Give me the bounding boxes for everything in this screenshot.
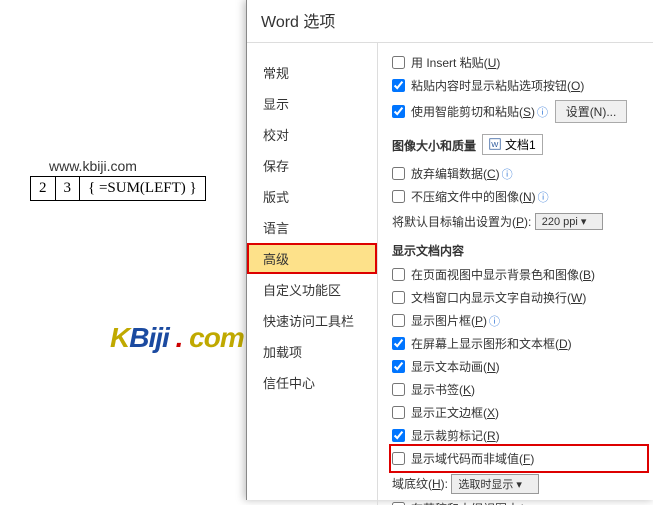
sidebar-item-customize-ribbon[interactable]: 自定义功能区 bbox=[247, 274, 377, 305]
sidebar-item-trust[interactable]: 信任中心 bbox=[247, 367, 377, 398]
info-icon: ⓘ bbox=[502, 166, 513, 182]
opt-show-field-codes[interactable]: 显示域代码而非域值(F) bbox=[392, 447, 646, 470]
doc-url-text: www.kbiji.com bbox=[49, 158, 137, 174]
checkbox[interactable] bbox=[392, 268, 405, 281]
checkbox[interactable] bbox=[392, 383, 405, 396]
opt-show-bg-colors[interactable]: 在页面视图中显示背景色和图像(B) bbox=[392, 263, 646, 286]
sidebar-item-qat[interactable]: 快速访问工具栏 bbox=[247, 305, 377, 336]
sidebar: 常规显示校对保存版式语言高级自定义功能区快速访问工具栏加载项信任中心 bbox=[247, 43, 378, 505]
checkbox[interactable] bbox=[392, 406, 405, 419]
opt-smart-cut-paste[interactable]: 使用智能剪切和粘贴(S) ⓘ 设置(N)... bbox=[392, 97, 646, 126]
opt-show-drawings[interactable]: 在屏幕上显示图形和文本框(D) bbox=[392, 332, 646, 355]
checkbox[interactable] bbox=[392, 337, 405, 350]
cell-formula[interactable]: { =SUM(LEFT) } bbox=[80, 177, 206, 201]
watermark-kbiji: KBiji . com bbox=[110, 322, 244, 354]
info-icon: ⓘ bbox=[537, 104, 548, 120]
opt-field-shading: 域底纹(H): 选取时显示 ▾ bbox=[392, 470, 646, 497]
opt-text-animation[interactable]: 显示文本动画(N) bbox=[392, 355, 646, 378]
sidebar-item-save[interactable]: 保存 bbox=[247, 150, 377, 181]
document-selector[interactable]: W 文档1 bbox=[482, 134, 543, 155]
info-icon: ⓘ bbox=[538, 189, 549, 205]
cell-1[interactable]: 2 bbox=[31, 177, 56, 201]
sidebar-item-addins[interactable]: 加载项 bbox=[247, 336, 377, 367]
opt-no-compress-images[interactable]: 不压缩文件中的图像(N) ⓘ bbox=[392, 185, 646, 208]
section-image-size: 图像大小和质量 bbox=[392, 130, 476, 158]
doc-table: 2 3 { =SUM(LEFT) } bbox=[30, 176, 206, 201]
sidebar-item-layout[interactable]: 版式 bbox=[247, 181, 377, 212]
sidebar-item-proofing[interactable]: 校对 bbox=[247, 119, 377, 150]
ppi-select[interactable]: 220 ppi ▾ bbox=[535, 213, 604, 230]
checkbox-smart-cut-paste[interactable] bbox=[392, 105, 405, 118]
sidebar-item-advanced[interactable]: 高级 bbox=[247, 243, 377, 274]
info-icon: ⓘ bbox=[489, 313, 500, 329]
opt-discard-edit-data[interactable]: 放弃编辑数据(C) ⓘ bbox=[392, 162, 646, 185]
opt-show-paste-options[interactable]: 粘贴内容时显示粘贴选项按钮(O) bbox=[392, 74, 646, 97]
checkbox[interactable] bbox=[392, 291, 405, 304]
sidebar-item-language[interactable]: 语言 bbox=[247, 212, 377, 243]
checkbox-discard-edit-data[interactable] bbox=[392, 167, 405, 180]
cell-2[interactable]: 3 bbox=[55, 177, 80, 201]
checkbox-no-compress-images[interactable] bbox=[392, 190, 405, 203]
opt-crop-marks[interactable]: 显示裁剪标记(R) bbox=[392, 424, 646, 447]
opt-insert-paste[interactable]: 用 Insert 粘贴(U) bbox=[392, 51, 646, 74]
dialog-title: Word 选项 bbox=[247, 0, 653, 43]
opt-show-bookmarks[interactable]: 显示书签(K) bbox=[392, 378, 646, 401]
sidebar-item-display[interactable]: 显示 bbox=[247, 88, 377, 119]
field-shading-select[interactable]: 选取时显示 ▾ bbox=[451, 474, 539, 494]
word-doc-icon: W bbox=[489, 138, 501, 150]
checkbox-show-paste-options[interactable] bbox=[392, 79, 405, 92]
opt-text-boundaries[interactable]: 显示正文边框(X) bbox=[392, 401, 646, 424]
options-dialog: Word 选项 常规显示校对保存版式语言高级自定义功能区快速访问工具栏加载项信任… bbox=[246, 0, 653, 500]
opt-default-target-output: 将默认目标输出设置为(P): 220 ppi ▾ bbox=[392, 208, 646, 235]
checkbox-insert-paste[interactable] bbox=[392, 56, 405, 69]
opt-wrap-text[interactable]: 文档窗口内显示文字自动换行(W) bbox=[392, 286, 646, 309]
settings-button[interactable]: 设置(N)... bbox=[555, 100, 628, 123]
checkbox[interactable] bbox=[392, 429, 405, 442]
checkbox-field-codes[interactable] bbox=[392, 452, 405, 465]
section-display-content: 显示文档内容 bbox=[392, 235, 646, 263]
opt-picture-placeholders[interactable]: 显示图片框(P)ⓘ bbox=[392, 309, 646, 332]
content-panel: 用 Insert 粘贴(U) 粘贴内容时显示粘贴选项按钮(O) 使用智能剪切和粘… bbox=[378, 43, 653, 505]
checkbox[interactable] bbox=[392, 314, 405, 327]
opt-draft-outline[interactable]: 在草稿和大纲视图中( bbox=[392, 497, 646, 505]
checkbox[interactable] bbox=[392, 360, 405, 373]
svg-text:W: W bbox=[491, 140, 499, 149]
sidebar-item-general[interactable]: 常规 bbox=[247, 57, 377, 88]
